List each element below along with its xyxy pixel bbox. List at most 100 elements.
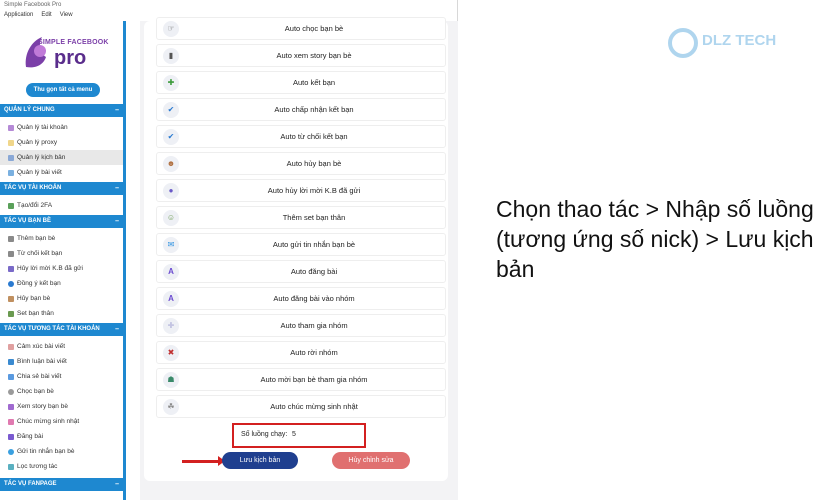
action-close-friends[interactable]: ☺ Thêm set bạn thân bbox=[156, 206, 446, 229]
action-add-friend[interactable]: ✚ Auto kết bạn bbox=[156, 71, 446, 94]
sidebar-item-reject-friend[interactable]: Từ chối kết bạn bbox=[0, 246, 123, 261]
sidebar-item-label: Đồng ý kết bạn bbox=[17, 280, 61, 287]
sidebar-item-add-friend[interactable]: Thêm bạn bè bbox=[0, 231, 123, 246]
messenger-icon: ✉ bbox=[163, 237, 179, 253]
watermark-logo: DLZ TECH bbox=[668, 28, 798, 62]
sidebar-item-close-friends[interactable]: Set bạn thân bbox=[0, 306, 123, 321]
sidebar-item-label: Hủy bạn bè bbox=[17, 295, 51, 302]
leave-group-icon: ✖ bbox=[163, 345, 179, 361]
invite-group-icon: ☗ bbox=[163, 372, 179, 388]
sidebar-item-comments[interactable]: Bình luận bài viết bbox=[0, 354, 123, 369]
sidebar-item-label: Chúc mừng sinh nhật bbox=[17, 418, 80, 425]
action-message-friends[interactable]: ✉ Auto gửi tin nhắn bạn bè bbox=[156, 233, 446, 256]
threads-label: Số luồng chạy: bbox=[241, 431, 288, 438]
sidebar-item-cancel-request[interactable]: Hủy lời mời K.B đã gửi bbox=[0, 261, 123, 276]
action-post-group[interactable]: A Auto đăng bài vào nhóm bbox=[156, 287, 446, 310]
sidebar-item-post[interactable]: Đăng bài bbox=[0, 429, 123, 444]
sidebar-item-unfriend[interactable]: Hủy bạn bè bbox=[0, 291, 123, 306]
collapse-icon: – bbox=[115, 326, 119, 333]
action-label: Auto mời bạn bè tham gia nhóm bbox=[260, 375, 368, 384]
collapse-icon: – bbox=[115, 107, 119, 114]
sidebar-item-posts[interactable]: Quản lý bài viết bbox=[0, 165, 123, 180]
section-general[interactable]: QUẢN LÝ CHUNG – bbox=[0, 104, 123, 117]
action-accept-friend[interactable]: ✔ Auto chấp nhận kết bạn bbox=[156, 98, 446, 121]
sidebar-item-filter[interactable]: Lọc tương tác bbox=[0, 459, 123, 474]
key-icon bbox=[8, 202, 14, 209]
close-friend-icon: ☺ bbox=[163, 210, 179, 226]
action-poke-friends[interactable]: ☞ Auto chọc bạn bè bbox=[156, 17, 446, 40]
check-icon bbox=[8, 280, 14, 287]
sidebar-item-poke[interactable]: Chọc bạn bè bbox=[0, 384, 123, 399]
action-label: Auto chúc mừng sinh nhật bbox=[270, 402, 358, 411]
sidebar-item-label: Bình luận bài viết bbox=[17, 358, 67, 365]
collapse-icon: – bbox=[115, 481, 119, 488]
sidebar-item-label: Chia sẻ bài viết bbox=[17, 373, 62, 380]
sidebar-item-label: Quản lý proxy bbox=[17, 139, 58, 146]
sidebar-item-label: Quản lý bài viết bbox=[17, 169, 62, 176]
sidebar-item-accept-friend[interactable]: Đồng ý kết bạn bbox=[0, 276, 123, 291]
save-script-button[interactable]: Lưu kịch bản bbox=[222, 452, 298, 469]
sidebar-item-2fa[interactable]: Tạo/đổi 2FA bbox=[0, 198, 123, 213]
section-title: QUẢN LÝ CHUNG bbox=[4, 107, 55, 113]
section-friend-tasks[interactable]: TÁC VỤ BẠN BÈ – bbox=[0, 215, 123, 228]
unfriend-icon: ☻ bbox=[163, 156, 179, 172]
action-label: Auto hủy bạn bè bbox=[286, 159, 342, 168]
sidebar-item-reactions[interactable]: Cảm xúc bài viết bbox=[0, 339, 123, 354]
sidebar-item-label: Set bạn thân bbox=[17, 310, 54, 317]
sidebar-item-label: Quản lý kịch bản bbox=[17, 154, 66, 161]
close-friend-icon bbox=[8, 310, 14, 317]
sidebar-item-share[interactable]: Chia sẻ bài viết bbox=[0, 369, 123, 384]
section-fanpage-tasks[interactable]: TÁC VỤ FANPAGE – bbox=[0, 478, 123, 491]
action-birthday[interactable]: ☘ Auto chúc mừng sinh nhật bbox=[156, 395, 446, 418]
watermark-ring-icon bbox=[668, 28, 698, 58]
sidebar-item-label: Hủy lời mời K.B đã gửi bbox=[17, 265, 83, 272]
action-label: Auto hủy lời mời K.B đã gửi bbox=[267, 186, 361, 195]
comment-icon bbox=[8, 358, 14, 365]
action-leave-group[interactable]: ✖ Auto rời nhóm bbox=[156, 341, 446, 364]
action-cancel-request[interactable]: ● Auto hủy lời mời K.B đã gửi bbox=[156, 179, 446, 202]
action-view-story[interactable]: ▮ Auto xem story bạn bè bbox=[156, 44, 446, 67]
story-icon bbox=[8, 403, 14, 410]
birthday-icon bbox=[8, 418, 14, 425]
sidebar-item-scripts[interactable]: Quản lý kịch bản bbox=[0, 150, 123, 165]
story-icon: ▮ bbox=[163, 48, 179, 64]
sidebar-item-birthday[interactable]: Chúc mừng sinh nhật bbox=[0, 414, 123, 429]
sidebar-item-accounts[interactable]: Quản lý tài khoản bbox=[0, 120, 123, 135]
threads-field[interactable]: Số luồng chạy: 5 bbox=[232, 423, 366, 448]
action-reject-friend[interactable]: ✔ Auto từ chối kết bạn bbox=[156, 125, 446, 148]
menu-application[interactable]: Application bbox=[4, 10, 33, 21]
sidebar-item-label: Tạo/đổi 2FA bbox=[17, 202, 53, 209]
action-unfriend[interactable]: ☻ Auto hủy bạn bè bbox=[156, 152, 446, 175]
add-friend-icon: ✚ bbox=[163, 75, 179, 91]
sidebar-item-story[interactable]: Xem story bạn bè bbox=[0, 399, 123, 414]
cancel-edit-button[interactable]: Hủy chỉnh sửa bbox=[332, 452, 410, 469]
app-window: Simple Facebook Pro Application Edit Vie… bbox=[0, 0, 458, 500]
post-letter-icon: A bbox=[163, 264, 179, 280]
menu-view[interactable]: View bbox=[60, 10, 73, 21]
collapse-all-button[interactable]: Thu gọn tất cả menu bbox=[26, 83, 100, 97]
sidebar-item-label: Gửi tin nhắn bạn bè bbox=[17, 448, 75, 455]
logo-text-pro: pro bbox=[54, 47, 87, 69]
section-account-tasks[interactable]: TÁC VỤ TÀI KHOẢN – bbox=[0, 182, 123, 195]
action-invite-group[interactable]: ☗ Auto mời bạn bè tham gia nhóm bbox=[156, 368, 446, 391]
action-post[interactable]: A Auto đăng bài bbox=[156, 260, 446, 283]
action-label: Auto rời nhóm bbox=[290, 348, 338, 357]
poke-icon: ☞ bbox=[163, 21, 179, 37]
action-join-group[interactable]: ✛ Auto tham gia nhóm bbox=[156, 314, 446, 337]
section-interaction-tasks[interactable]: TÁC VỤ TƯƠNG TÁC TÀI KHOẢN – bbox=[0, 323, 123, 336]
filter-icon bbox=[8, 463, 14, 470]
menu-edit[interactable]: Edit bbox=[41, 10, 51, 21]
screenshot-root: Simple Facebook Pro Application Edit Vie… bbox=[0, 0, 840, 500]
sidebar-item-message[interactable]: Gửi tin nhắn bạn bè bbox=[0, 444, 123, 459]
action-label: Thêm set bạn thân bbox=[282, 213, 346, 222]
sidebar-item-label: Thêm bạn bè bbox=[17, 235, 56, 242]
post-icon bbox=[8, 169, 14, 176]
section-title: TÁC VỤ BẠN BÈ bbox=[4, 218, 52, 224]
main-content: ☞ Auto chọc bạn bè ▮ Auto xem story bạn … bbox=[140, 17, 458, 500]
sidebar-item-proxy[interactable]: Quản lý proxy bbox=[0, 135, 123, 150]
post-letter-icon bbox=[8, 433, 14, 440]
threads-input[interactable]: 5 bbox=[292, 431, 296, 438]
action-label: Auto kết bạn bbox=[292, 78, 336, 87]
logo-text-top: SIMPLE FACEBOOK bbox=[38, 39, 109, 46]
action-label: Auto đăng bài bbox=[290, 267, 338, 276]
